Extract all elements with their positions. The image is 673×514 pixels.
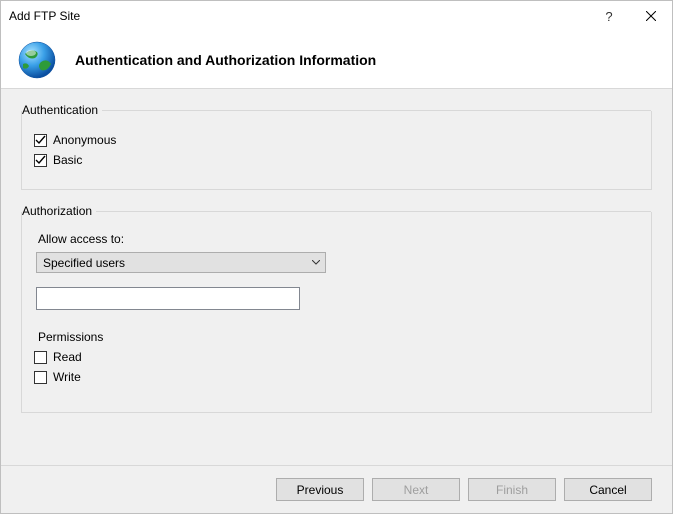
page-title: Authentication and Authorization Informa… — [75, 52, 376, 68]
authorization-legend: Authorization — [22, 204, 96, 218]
authorization-group: Authorization Allow access to: Specified… — [21, 212, 652, 413]
cancel-button[interactable]: Cancel — [564, 478, 652, 501]
anonymous-label: Anonymous — [53, 133, 116, 147]
close-icon — [646, 11, 656, 21]
authentication-legend: Authentication — [22, 103, 102, 117]
read-label: Read — [53, 350, 82, 364]
anonymous-row[interactable]: Anonymous — [34, 133, 639, 147]
access-select[interactable]: Specified users — [36, 252, 326, 273]
footer: Previous Next Finish Cancel — [1, 465, 672, 513]
previous-button[interactable]: Previous — [276, 478, 364, 501]
titlebar: Add FTP Site ? — [1, 1, 672, 31]
checkmark-icon — [35, 135, 46, 146]
chevron-down-icon — [307, 260, 325, 265]
next-button[interactable]: Next — [372, 478, 460, 501]
content-area: Authentication Anonymous Basic Authoriza… — [1, 89, 672, 465]
permissions-label: Permissions — [38, 330, 639, 344]
wizard-header: Authentication and Authorization Informa… — [1, 31, 672, 88]
allow-access-label: Allow access to: — [38, 232, 639, 246]
read-checkbox[interactable] — [34, 351, 47, 364]
write-row[interactable]: Write — [34, 370, 639, 384]
write-checkbox[interactable] — [34, 371, 47, 384]
checkmark-icon — [35, 155, 46, 166]
access-select-value: Specified users — [43, 256, 307, 270]
close-button[interactable] — [630, 1, 672, 31]
basic-row[interactable]: Basic — [34, 153, 639, 167]
read-row[interactable]: Read — [34, 350, 639, 364]
users-input[interactable] — [36, 287, 300, 310]
help-button[interactable]: ? — [588, 1, 630, 31]
basic-checkbox[interactable] — [34, 154, 47, 167]
window-title: Add FTP Site — [9, 9, 588, 23]
anonymous-checkbox[interactable] — [34, 134, 47, 147]
finish-button[interactable]: Finish — [468, 478, 556, 501]
basic-label: Basic — [53, 153, 82, 167]
globe-icon — [17, 40, 57, 80]
authentication-group: Authentication Anonymous Basic — [21, 111, 652, 190]
write-label: Write — [53, 370, 81, 384]
